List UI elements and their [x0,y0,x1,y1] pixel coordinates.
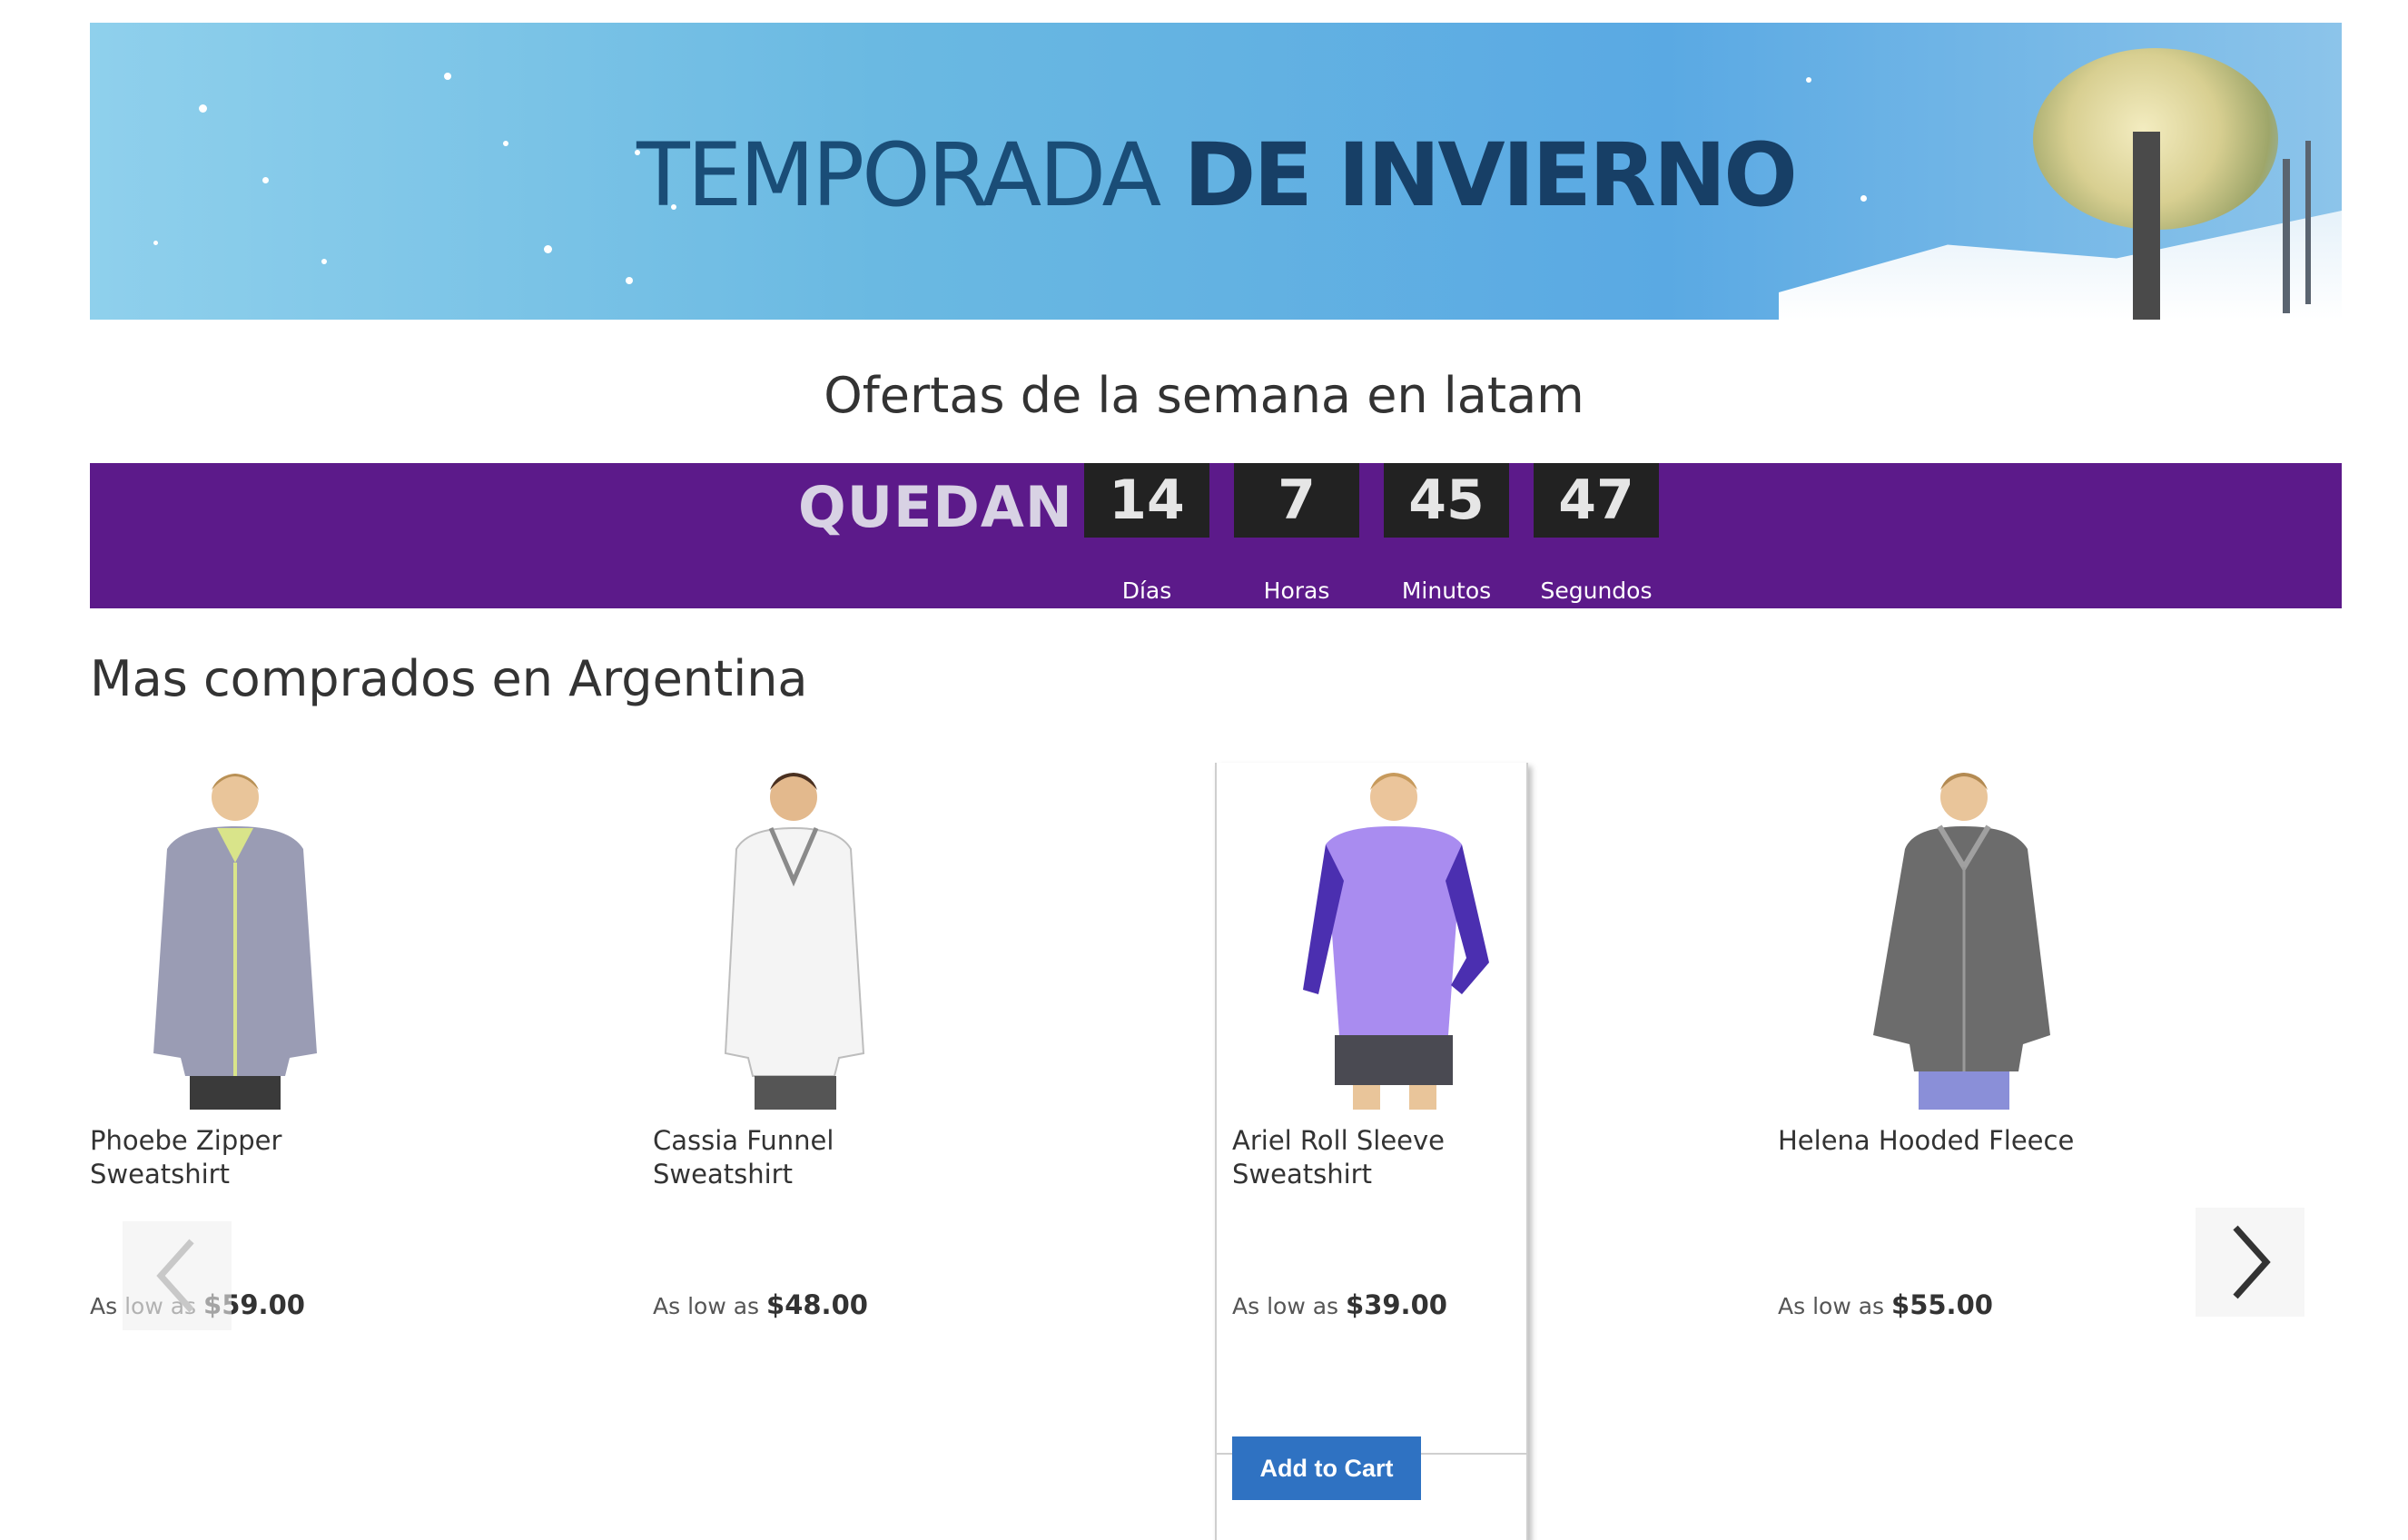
price-value: $39.00 [1346,1289,1447,1320]
product-card-active[interactable]: Ariel Roll Sleeve Sweatshirt As low as $… [1215,763,1528,1540]
price-row: As low as $55.00 [1778,1289,1993,1320]
countdown-minutes: 45 [1384,463,1509,538]
price-row: As low as $48.00 [653,1289,868,1320]
snowflake [626,277,633,284]
price-row: As low as $39.00 [1232,1289,1447,1320]
carousel-next-button[interactable] [2196,1208,2304,1317]
chevron-right-icon [2233,1225,2271,1299]
chevron-left-icon [156,1239,194,1313]
snowflake [321,259,327,264]
banner-title-bold: DE INVIERNO [1183,124,1798,226]
snowflake [1806,77,1811,83]
carousel-prev-button[interactable] [123,1221,232,1330]
price-value: $48.00 [766,1289,868,1320]
snowflake [153,241,158,245]
winter-banner[interactable]: TEMPORADA DE INVIERNO [90,23,2342,320]
price-prefix: As low as [1778,1293,1885,1319]
product-card[interactable]: Cassia Funnel Sweatshirt As low as $48.0… [653,763,966,1540]
product-name[interactable]: Helena Hooded Fleece [1778,1124,2087,1158]
price-prefix: As low as [653,1293,760,1319]
countdown-days-label: Días [1121,578,1172,604]
price-prefix: As low as [1232,1293,1339,1319]
countdown-seconds: 47 [1534,463,1659,538]
countdown-hours-label: Horas [1263,578,1330,604]
countdown-seconds-label: Segundos [1540,578,1653,604]
product-name[interactable]: Phoebe Zipper Sweatshirt [90,1124,399,1191]
section-title: Mas comprados en Argentina [90,650,808,707]
countdown-days: 14 [1084,463,1209,538]
countdown-bar: QUEDAN 14 Días 7 Horas 45 Minutos 47 Seg… [90,463,2342,608]
product-image[interactable] [1778,763,2091,1110]
product-card[interactable]: Helena Hooded Fleece As low as $55.00 [1778,763,2091,1540]
snowflake [199,104,207,113]
add-to-cart-button[interactable]: Add to Cart [1232,1436,1421,1500]
product-name[interactable]: Cassia Funnel Sweatshirt [653,1124,962,1191]
product-image[interactable] [653,763,966,1110]
product-card[interactable]: Phoebe Zipper Sweatshirt As low as $59.0… [90,763,403,1540]
offers-title: Ofertas de la semana en latam [824,367,1584,424]
countdown-hours: 7 [1234,463,1359,538]
product-image[interactable] [1217,763,1530,1110]
countdown-prefix: QUEDAN [798,474,1073,540]
product-name[interactable]: Ariel Roll Sleeve Sweatshirt [1232,1124,1541,1191]
snowflake [444,73,451,80]
product-image[interactable] [90,763,403,1110]
price-value: $55.00 [1891,1289,1993,1320]
banner-title-light: TEMPORADA [637,124,1161,226]
snowflake [544,245,552,253]
banner-title: TEMPORADA DE INVIERNO [90,124,2342,226]
countdown-minutes-label: Minutos [1401,578,1492,604]
